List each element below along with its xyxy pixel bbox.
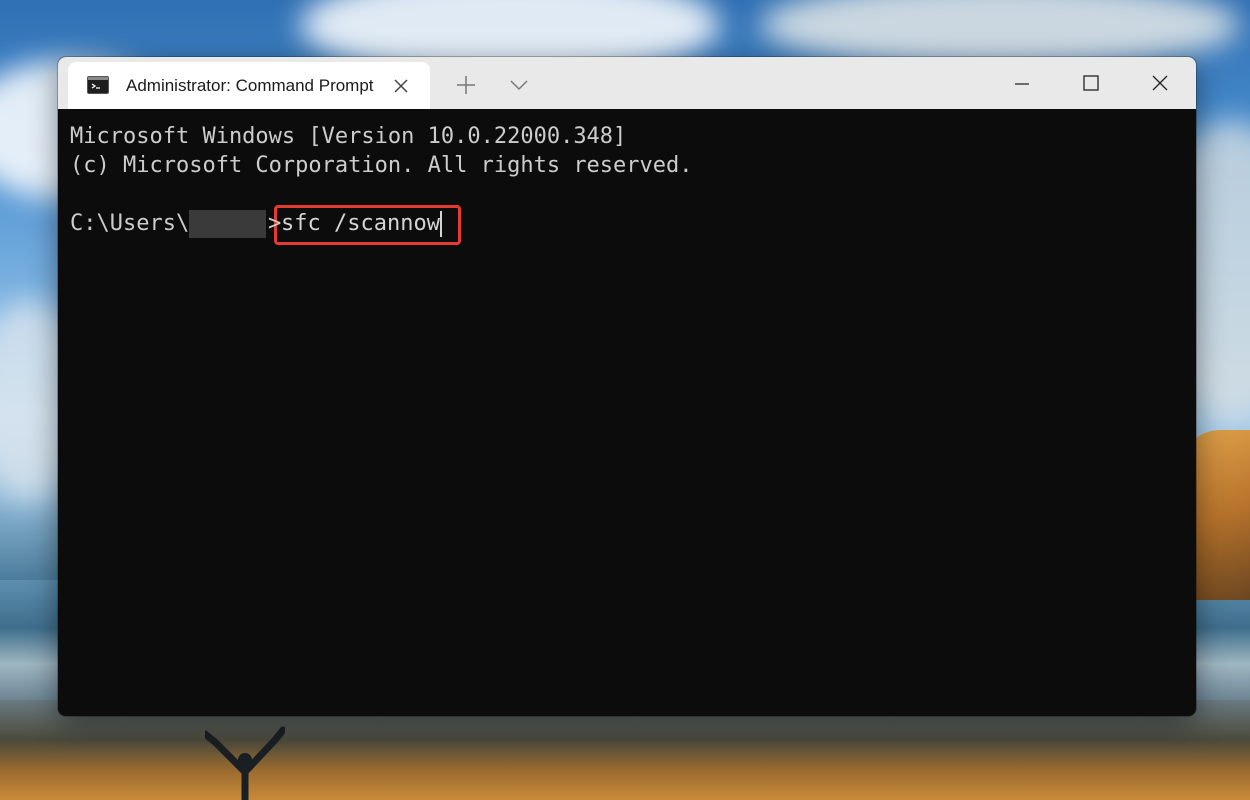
- text-cursor: [439, 211, 442, 237]
- tab-dropdown-chevron-down-icon[interactable]: [505, 71, 533, 99]
- new-tab-plus-icon[interactable]: [452, 71, 480, 99]
- redacted-username: [189, 210, 267, 238]
- command-input[interactable]: > sfc /scannow: [268, 210, 442, 238]
- command-prompt-window: Administrator: Command Prompt Microsoft …: [58, 57, 1196, 716]
- prompt-line: C:\Users\: [70, 210, 267, 238]
- console-output-area[interactable]: Microsoft Windows [Version 10.0.22000.34…: [58, 109, 1196, 716]
- close-icon: [1152, 75, 1168, 91]
- title-bar[interactable]: Administrator: Command Prompt: [58, 57, 1196, 109]
- copyright-line: (c) Microsoft Corporation. All rights re…: [70, 153, 693, 178]
- command-prompt-icon: [87, 76, 109, 94]
- maximize-icon: [1083, 75, 1099, 91]
- tab-close-icon[interactable]: [390, 75, 412, 97]
- minimize-button[interactable]: [988, 57, 1056, 109]
- command-text: sfc /scannow: [281, 211, 440, 236]
- close-button[interactable]: [1126, 57, 1194, 109]
- prompt-prefix: C:\Users\: [70, 211, 190, 236]
- version-line: Microsoft Windows [Version 10.0.22000.34…: [70, 124, 627, 149]
- person-silhouette: [205, 726, 285, 800]
- prompt-suffix: >: [268, 211, 282, 236]
- tab-title: Administrator: Command Prompt: [126, 76, 374, 95]
- tab-administrator-command-prompt[interactable]: Administrator: Command Prompt: [68, 62, 430, 109]
- minimize-icon: [1015, 83, 1029, 85]
- maximize-button[interactable]: [1057, 57, 1125, 109]
